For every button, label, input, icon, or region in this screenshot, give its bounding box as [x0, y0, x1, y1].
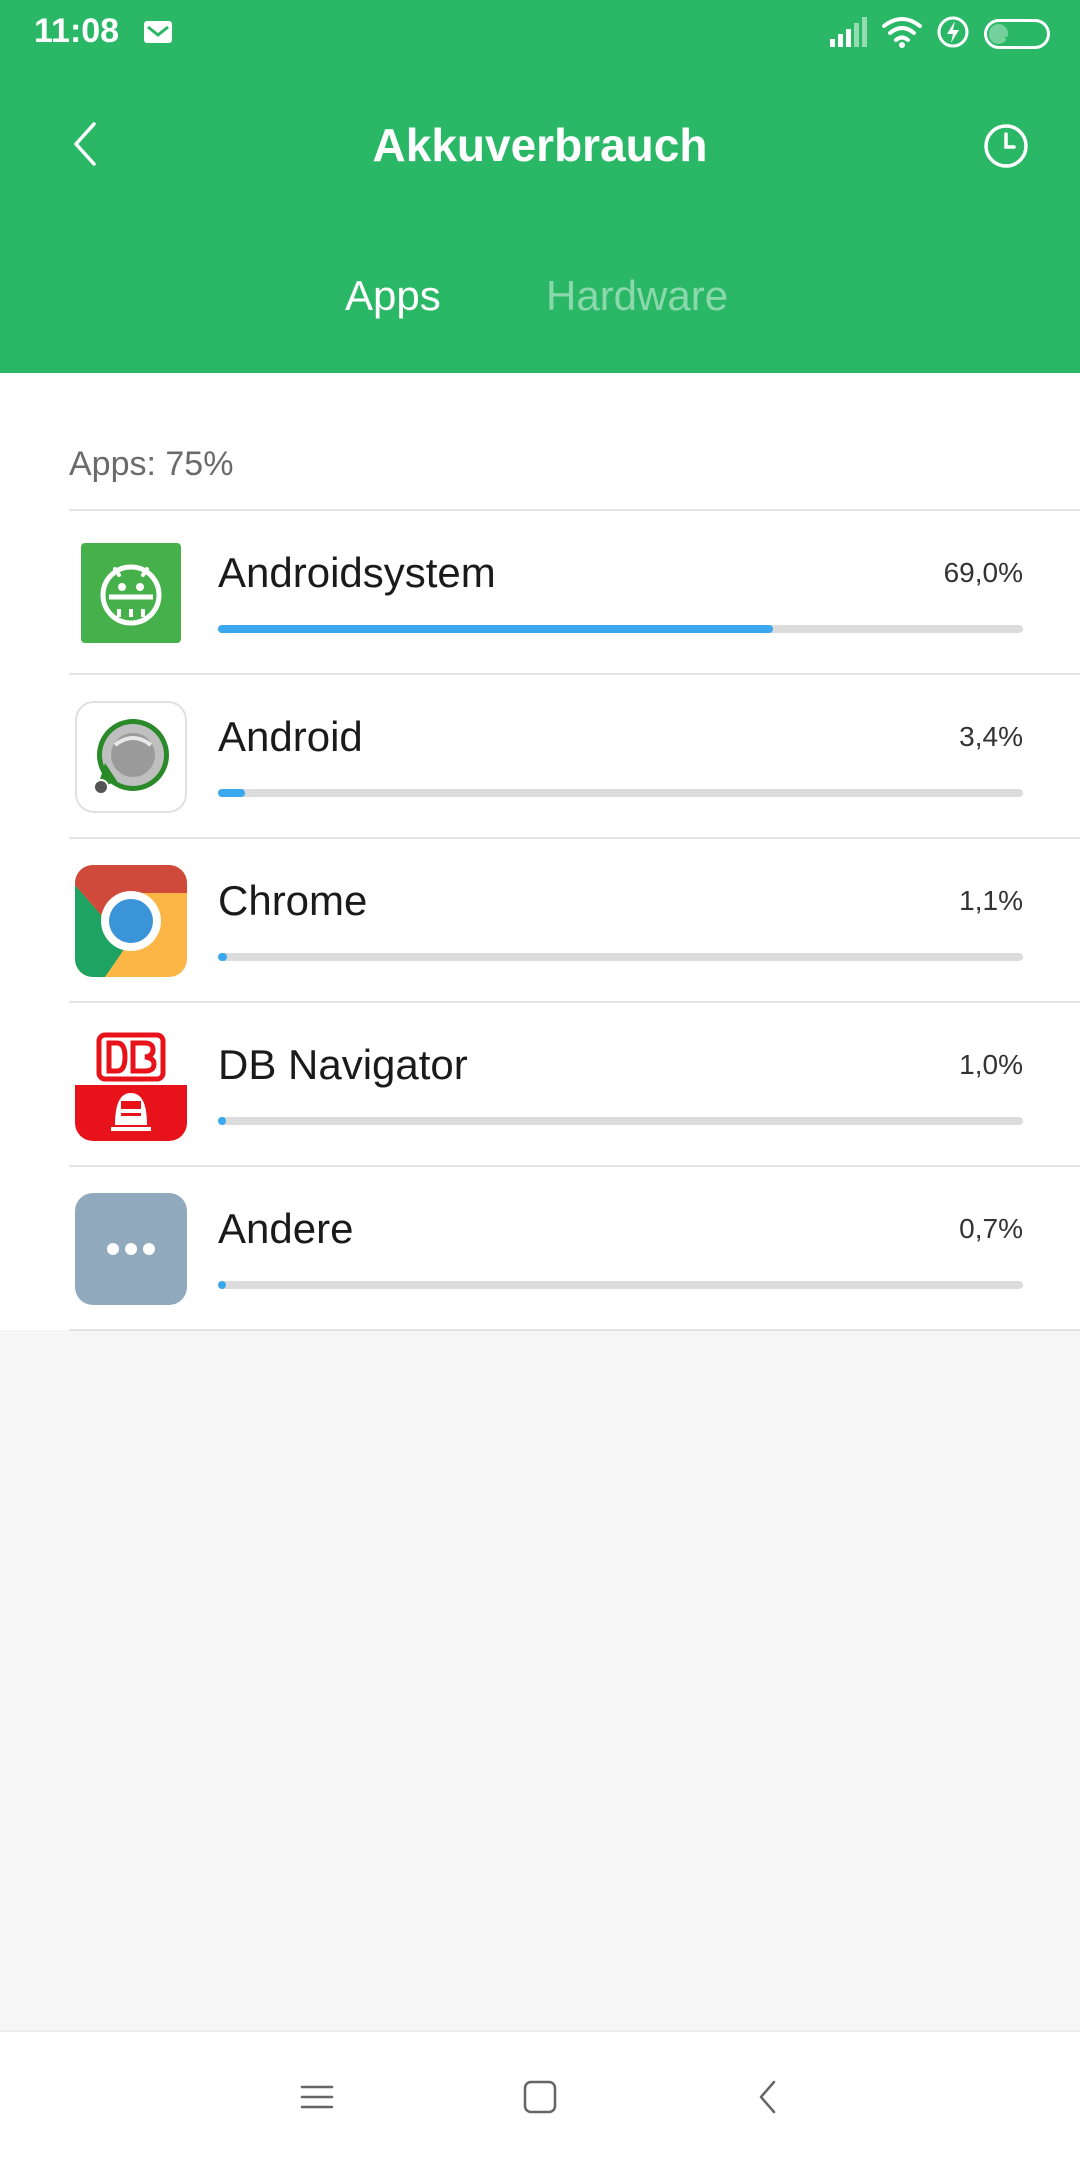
list-item-andere[interactable]: Andere 0,7%	[69, 1167, 1080, 1331]
app-percent: 1,0%	[959, 1049, 1023, 1080]
status-bar: 11:08 39	[0, 0, 1080, 66]
usage-panel: Apps: 75% Androidsystem 69,0% Android 3,…	[0, 373, 1080, 1331]
usage-bar-fill	[218, 953, 227, 961]
system-nav-bar	[0, 2030, 1080, 2162]
app-name: Android	[218, 713, 363, 760]
menu-icon	[300, 2085, 334, 2109]
apps-summary-label: Apps: 75%	[69, 445, 234, 483]
battery-outline: 39	[984, 19, 1050, 49]
nav-back-button[interactable]	[733, 2062, 803, 2132]
list-item-androidsystem[interactable]: Androidsystem 69,0%	[69, 511, 1080, 675]
app-percent: 3,4%	[959, 721, 1023, 752]
chrome-icon	[75, 865, 187, 977]
list-item-db-navigator[interactable]: DB Navigator 1,0%	[69, 1003, 1080, 1167]
app-name: Andere	[218, 1205, 354, 1252]
tab-hardware[interactable]: Hardware	[546, 272, 728, 320]
usage-bar-fill	[218, 1281, 226, 1289]
app-percent: 1,1%	[959, 885, 1023, 916]
more-dots-icon	[75, 1193, 187, 1305]
usage-bar-track	[218, 1117, 1023, 1125]
home-button[interactable]	[505, 2062, 575, 2132]
app-percent: 0,7%	[959, 1213, 1023, 1244]
menu-button[interactable]	[282, 2062, 352, 2132]
list-item-chrome[interactable]: Chrome 1,1%	[69, 839, 1080, 1003]
db-navigator-icon	[75, 1029, 187, 1141]
back-icon	[759, 2080, 776, 2114]
tab-bar: Apps Hardware	[0, 262, 1080, 342]
usage-bar-track	[218, 953, 1023, 961]
android-system-icon	[75, 537, 187, 649]
history-button[interactable]	[972, 112, 1040, 180]
app-name: DB Navigator	[218, 1041, 468, 1088]
page-title: Akkuverbrauch	[372, 119, 708, 171]
usage-bar-fill	[218, 625, 774, 633]
title-row: Akkuverbrauch	[0, 100, 1080, 188]
charging-icon	[936, 15, 970, 54]
usage-bar-track	[218, 1281, 1023, 1289]
app-name: Chrome	[218, 877, 368, 924]
clock-icon	[984, 124, 1028, 168]
list-item-android[interactable]: Android 3,4%	[69, 675, 1080, 839]
tab-apps[interactable]: Apps	[345, 272, 441, 320]
status-time: 11:08	[34, 12, 120, 50]
wifi-icon	[882, 16, 922, 53]
home-square-icon	[523, 2080, 557, 2114]
battery-icon: 39	[984, 19, 1050, 49]
mail-icon	[143, 20, 173, 44]
usage-bar-fill	[218, 789, 246, 797]
usage-bar-fill	[218, 1117, 227, 1125]
app-name: Androidsystem	[218, 549, 496, 596]
status-icons: 39	[828, 14, 1050, 54]
app-header: 11:08 39 Akkuverbrauch Apps Hardware	[0, 0, 1080, 373]
signal-icon	[828, 16, 868, 52]
app-usage-list: Androidsystem 69,0% Android 3,4% Chrome …	[69, 509, 1080, 1331]
app-percent: 69,0%	[943, 557, 1023, 588]
usage-bar-track	[218, 789, 1023, 797]
android-sound-icon	[75, 701, 187, 813]
usage-bar-track	[218, 625, 1023, 633]
battery-level: 39	[1004, 21, 1030, 46]
